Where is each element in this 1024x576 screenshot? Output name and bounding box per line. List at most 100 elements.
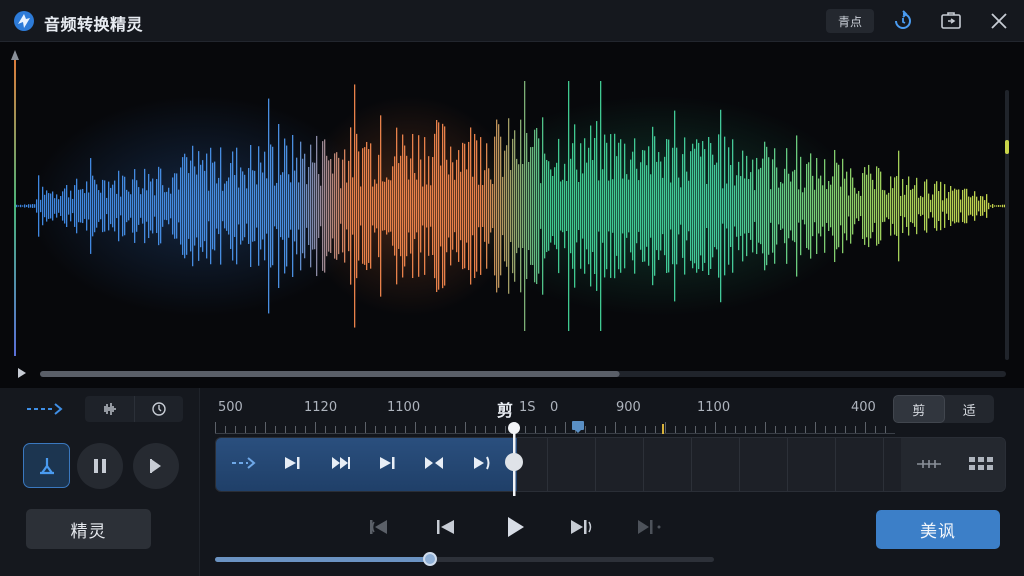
- vertical-scroll-thumb[interactable]: [1005, 140, 1009, 154]
- play-small-icon[interactable]: [18, 368, 26, 378]
- waveform-bar: [508, 118, 510, 294]
- waveform-bar: [768, 157, 770, 255]
- grid-icon[interactable]: [968, 455, 994, 473]
- waveform-bar: [312, 162, 314, 250]
- waveform-bar: [338, 157, 340, 255]
- skip-end-button[interactable]: [634, 512, 664, 542]
- horizontal-scroll-thumb[interactable]: [40, 371, 620, 377]
- sync-button[interactable]: [890, 9, 916, 33]
- clip-mode-small-icon[interactable]: [230, 456, 258, 470]
- waveform-bar: [300, 141, 302, 271]
- waveform-bar: [540, 183, 542, 229]
- waveform-bar: [986, 194, 988, 218]
- waveform-bar: [272, 146, 274, 266]
- waveform-bar: [264, 151, 266, 261]
- close-button[interactable]: [986, 9, 1012, 33]
- title-bar: 音频转换精灵 青点: [0, 0, 1024, 42]
- merge-icon[interactable]: [915, 457, 943, 471]
- waveform-bar: [128, 191, 130, 221]
- waveform-panel[interactable]: [0, 42, 1024, 388]
- waveform-bar: [818, 178, 820, 234]
- waveform-bar: [114, 180, 116, 232]
- waveform-bar: [620, 139, 622, 273]
- previous-button[interactable]: [431, 512, 461, 542]
- edit-tool-button[interactable]: [23, 443, 70, 488]
- next-button[interactable]: [566, 512, 596, 542]
- primary-action-button[interactable]: 美讽: [876, 510, 1000, 549]
- waveform-bar: [290, 182, 292, 230]
- clip-next-button[interactable]: [375, 451, 399, 475]
- timeline-ruler[interactable]: [215, 418, 895, 436]
- waveform-bar: [130, 194, 132, 218]
- clip-step-button[interactable]: [280, 451, 304, 475]
- clip-fast-forward-button[interactable]: [329, 451, 353, 475]
- waveform-bar: [158, 166, 160, 246]
- waveform-bar: [954, 188, 956, 224]
- waveform-bar: [304, 153, 306, 259]
- ruler-tick: [265, 422, 266, 434]
- elf-button[interactable]: 精灵: [26, 509, 151, 549]
- waveform-bar: [668, 139, 670, 273]
- waveform-bar: [372, 186, 374, 226]
- waveform-bar: [706, 183, 708, 229]
- waveform-bar: [746, 155, 748, 257]
- waveform-bar: [816, 158, 818, 254]
- waveform-bar: [440, 165, 442, 247]
- waveform-bar: [206, 153, 208, 259]
- step-forward-button[interactable]: [133, 443, 179, 489]
- waveform-view-button[interactable]: [85, 396, 135, 422]
- mode-option-fit[interactable]: 适: [945, 395, 995, 423]
- hotspot-button[interactable]: 青点: [826, 9, 874, 33]
- step-forward-icon: [380, 457, 395, 469]
- waveform-bar: [468, 141, 470, 271]
- window-mode-button[interactable]: [938, 9, 964, 33]
- ruler-tick: [535, 426, 536, 433]
- step-forward-icon: [150, 459, 161, 473]
- waveform-bar: [764, 141, 766, 271]
- next-icon: [571, 520, 592, 534]
- vertical-scrollbar[interactable]: [1005, 90, 1009, 360]
- waveform-bar: [752, 159, 754, 253]
- waveform-bar: [378, 154, 380, 258]
- track-grid-line: [691, 438, 692, 491]
- waveform-bar: [808, 162, 810, 250]
- playback-progress-fill: [215, 557, 430, 562]
- playhead[interactable]: [500, 420, 530, 496]
- waveform-bar: [410, 158, 412, 254]
- play-button[interactable]: [500, 512, 530, 542]
- waveform-bar: [34, 204, 36, 208]
- clip-split-button[interactable]: [422, 451, 446, 475]
- waveform-bar: [276, 182, 278, 230]
- waveform-canvas[interactable]: [0, 42, 1024, 388]
- clip-end-button[interactable]: [469, 451, 493, 475]
- waveform-bar: [94, 179, 96, 233]
- waveform-bar: [22, 205, 24, 207]
- clip-mode-icon[interactable]: [25, 402, 65, 416]
- waveform-bar: [70, 190, 72, 222]
- clock-view-button[interactable]: [135, 396, 184, 422]
- waveform-bar: [972, 195, 974, 217]
- marker-icon[interactable]: [571, 420, 585, 434]
- waveform-bar: [118, 170, 120, 242]
- waveform-bar: [356, 133, 358, 279]
- waveform-bar: [910, 189, 912, 223]
- waveform-bar: [278, 123, 280, 289]
- waveform-bar: [522, 163, 524, 249]
- mode-option-cut[interactable]: 剪: [893, 395, 945, 423]
- waveform-bar: [672, 147, 674, 265]
- waveform-bar: [804, 187, 806, 225]
- ruler-tick: [335, 426, 336, 433]
- waveform-bar: [766, 146, 768, 266]
- waveform-bar: [688, 180, 690, 232]
- waveform-bar: [772, 159, 774, 253]
- playback-progress-knob[interactable]: [422, 552, 437, 566]
- playback-progress-bar[interactable]: [215, 552, 714, 566]
- waveform-bar: [286, 145, 288, 267]
- pause-button[interactable]: [77, 443, 123, 489]
- waveform-bar: [324, 139, 326, 273]
- skip-start-button[interactable]: [364, 512, 394, 542]
- waveform-bar: [208, 190, 210, 222]
- waveform-bar: [92, 175, 94, 237]
- waveform-bar: [86, 181, 88, 231]
- waveform-bar: [828, 181, 830, 231]
